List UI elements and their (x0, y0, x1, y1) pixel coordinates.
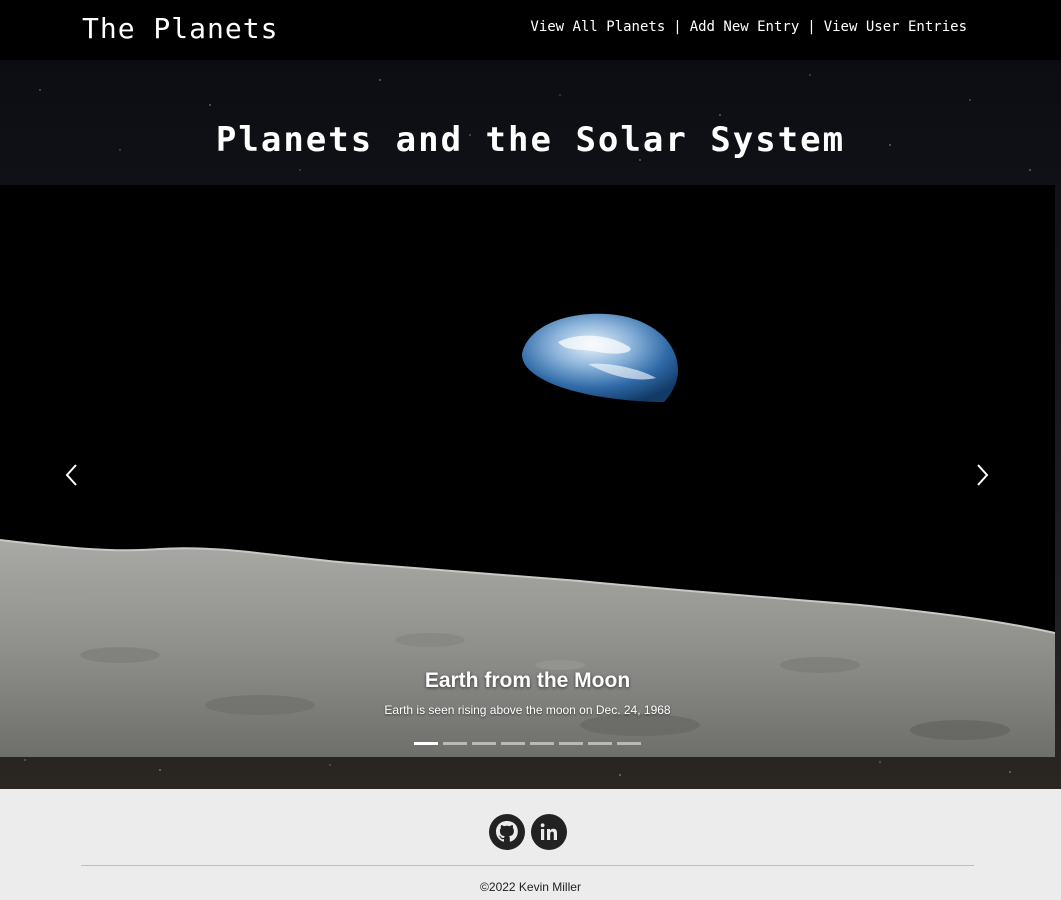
carousel-indicator[interactable] (617, 742, 641, 745)
chevron-left-icon (65, 464, 77, 486)
carousel-indicator[interactable] (472, 742, 496, 745)
brand-link[interactable]: The Planets (82, 12, 278, 45)
nav-link-add-new-entry[interactable]: Add New Entry (690, 19, 800, 35)
footer: ©2022 Kevin Miller (0, 789, 1061, 900)
carousel-indicators (0, 742, 1055, 745)
chevron-right-icon (977, 464, 989, 486)
carousel-indicator[interactable] (501, 742, 525, 745)
navbar: The Planets View All Planets | Add New E… (0, 0, 1061, 60)
footer-divider (81, 865, 974, 866)
carousel-indicator[interactable] (530, 742, 554, 745)
copyright-text: ©2022 Kevin Miller (480, 880, 581, 894)
github-icon (489, 814, 525, 850)
nav-separator: | (807, 19, 816, 35)
image-carousel: Earth from the Moon Earth is seen rising… (0, 185, 1055, 757)
carousel-indicator[interactable] (588, 742, 612, 745)
slide-description: Earth is seen rising above the moon on D… (384, 703, 671, 717)
nav-link-view-user-entries[interactable]: View User Entries (824, 19, 967, 35)
nav-separator: | (673, 19, 682, 35)
social-links (487, 812, 569, 852)
nav-link-view-all-planets[interactable]: View All Planets (530, 19, 665, 35)
linkedin-icon (531, 814, 567, 850)
nav-links: View All Planets | Add New Entry | View … (530, 19, 967, 35)
carousel-prev-button[interactable] (52, 455, 92, 495)
carousel-indicator[interactable] (414, 742, 438, 745)
hero-section: Planets and the Solar System Earth from … (0, 60, 1061, 789)
carousel-indicator[interactable] (443, 742, 467, 745)
github-link[interactable] (487, 812, 527, 852)
linkedin-link[interactable] (529, 812, 569, 852)
slide-title: Earth from the Moon (424, 669, 631, 692)
carousel-indicator[interactable] (559, 742, 583, 745)
carousel-next-button[interactable] (962, 455, 1002, 495)
earth-image (522, 313, 678, 402)
page-title: Planets and the Solar System (215, 120, 846, 160)
